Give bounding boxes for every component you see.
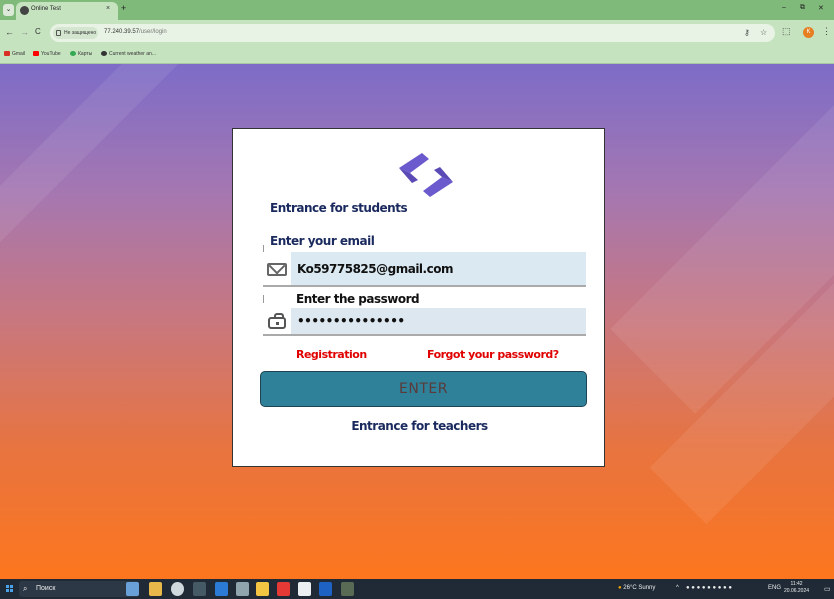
yandex-browser-icon[interactable]	[277, 582, 290, 596]
lock-bag-icon	[268, 313, 286, 329]
close-window-button[interactable]: ✕	[818, 4, 824, 12]
bookmark-weather[interactable]: Current weather an...	[101, 51, 156, 57]
url-text[interactable]: 77.240.39.57/user/login	[104, 29, 167, 35]
field-divider	[263, 295, 264, 303]
notepad-app-icon[interactable]	[298, 582, 311, 596]
yandex-app-icon[interactable]	[256, 582, 269, 596]
chrome-active-icon[interactable]	[341, 582, 354, 596]
address-bar[interactable]: Не защищено 77.240.39.57/user/login ⚷ ☆	[50, 24, 775, 42]
students-heading: Entrance for students	[270, 201, 408, 215]
forgot-password-link[interactable]: Forgot your password?	[427, 348, 559, 361]
bookmark-youtube[interactable]: YouTube	[33, 51, 61, 57]
password-icon-box	[263, 308, 291, 334]
email-icon-box	[263, 252, 291, 285]
search-icon: ⌕	[23, 584, 28, 593]
sun-icon: ●	[618, 585, 622, 591]
envelope-icon	[267, 263, 287, 276]
new-tab-button[interactable]: +	[121, 3, 126, 13]
file-explorer-icon[interactable]	[149, 582, 162, 596]
bookmark-star-icon[interactable]: ☆	[760, 28, 767, 37]
notifications-icon[interactable]: ▭	[824, 585, 831, 593]
language-indicator[interactable]: ENG	[768, 585, 781, 591]
browser-tab[interactable]: Online Test ×	[16, 2, 118, 20]
tray-chevron-icon[interactable]: ^	[676, 585, 679, 591]
enter-button[interactable]: ENTER	[260, 371, 587, 407]
youtube-icon	[33, 51, 39, 57]
gmail-icon	[4, 51, 10, 57]
page-background: Entrance for students Enter your email E…	[0, 64, 834, 579]
weather-text: 26°C Sunny	[623, 585, 656, 591]
terminal-app-icon[interactable]	[193, 582, 206, 596]
email-label: Enter your email	[270, 234, 375, 248]
restore-button[interactable]: ⧉	[800, 4, 805, 12]
maps-pin-icon	[70, 51, 76, 57]
taskbar-clock[interactable]: 11:42 20.06.2024	[784, 581, 809, 595]
windows-taskbar: ⌕ Поиск ● 26°C Sunny ^ ● ● ● ● ● ● ● ● ●…	[0, 579, 834, 599]
bookmark-maps[interactable]: Карты	[70, 51, 92, 57]
weather-site-icon	[101, 51, 107, 57]
chrome-app-icon[interactable]	[171, 582, 184, 596]
extensions-icon[interactable]: ⬚	[782, 26, 791, 37]
email-field-group	[263, 252, 586, 287]
bg-streak	[0, 64, 211, 245]
site-logo-icon	[399, 153, 453, 197]
browser-tab-bar: ⌄ Online Test × + – ⧉ ✕	[0, 0, 834, 20]
vscode-app-icon[interactable]	[215, 582, 228, 596]
clock-time: 11:42	[790, 581, 803, 587]
weather-widget[interactable]: ● 26°C Sunny	[618, 585, 655, 591]
password-label: Enter the password	[296, 292, 420, 306]
windows-start-icon[interactable]	[6, 585, 14, 593]
url-path: /user/login	[139, 29, 167, 35]
menu-kebab-icon[interactable]: ⋮	[822, 26, 831, 37]
tab-search-button[interactable]: ⌄	[3, 4, 14, 16]
tab-title: Online Test	[31, 6, 61, 12]
clock-date: 20.06.2024	[784, 588, 810, 594]
tab-close-button[interactable]: ×	[106, 5, 110, 12]
email-input[interactable]	[291, 252, 586, 285]
tab-favicon-icon	[20, 6, 29, 15]
url-host: 77.240.39.57	[104, 29, 140, 35]
reload-button[interactable]: C	[35, 27, 41, 36]
teachers-entrance-link[interactable]: Entrance for teachers	[233, 419, 606, 433]
taskbar-search-placeholder: Поиск	[36, 585, 56, 592]
browser-toolbar: ← → C Не защищено 77.240.39.57/user/logi…	[0, 20, 834, 46]
tray-icons[interactable]: ● ● ● ● ● ● ● ● ●	[686, 585, 732, 591]
password-field-group	[263, 308, 586, 336]
minimize-button[interactable]: –	[782, 4, 786, 11]
word-app-icon[interactable]	[319, 582, 332, 596]
registration-link[interactable]: Registration	[296, 348, 367, 361]
login-card: Entrance for students Enter your email E…	[232, 128, 605, 467]
security-chip[interactable]: Не защищено	[53, 27, 98, 39]
bookmark-gmail[interactable]: Gmail	[4, 51, 25, 57]
back-button[interactable]: ←	[5, 27, 14, 37]
taskbar-search[interactable]: ⌕ Поиск	[19, 581, 139, 597]
password-input[interactable]	[291, 308, 586, 334]
warning-icon	[56, 30, 61, 36]
widgets-app-icon[interactable]	[126, 582, 139, 596]
security-chip-label: Не защищено	[64, 30, 97, 36]
profile-avatar[interactable]: K	[803, 27, 814, 38]
app-icon[interactable]	[236, 582, 249, 596]
bookmarks-bar: Gmail YouTube Карты Current weather an..…	[0, 46, 834, 64]
forward-button[interactable]: →	[20, 27, 29, 37]
key-icon[interactable]: ⚷	[744, 28, 750, 37]
